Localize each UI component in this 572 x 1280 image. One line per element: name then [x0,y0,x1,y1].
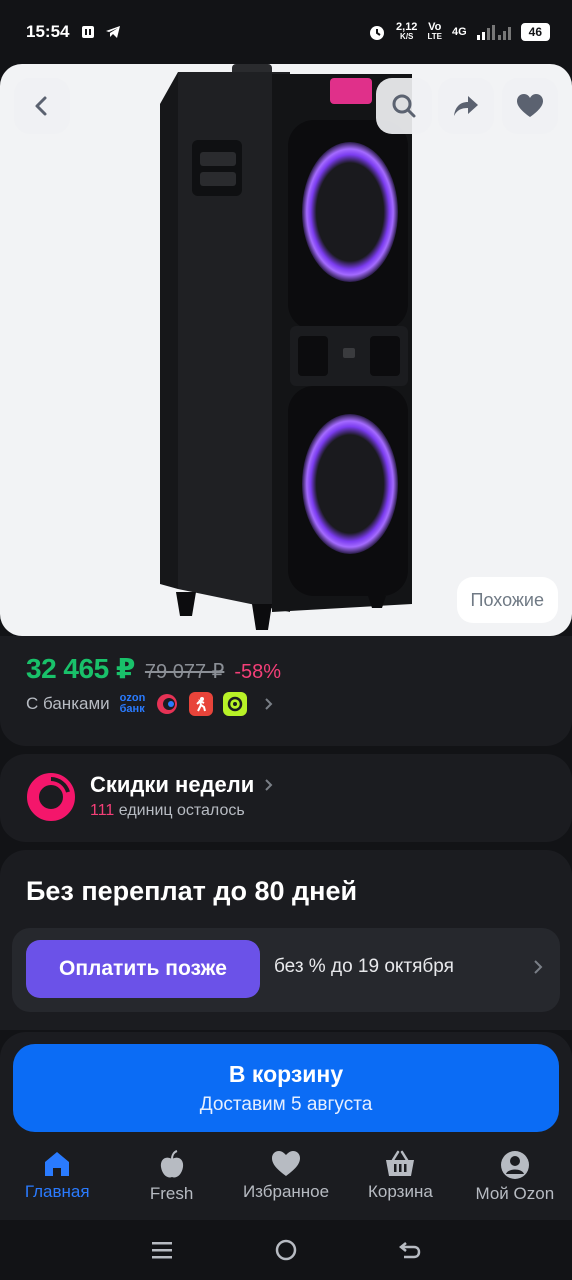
share-button[interactable] [438,78,494,134]
telegram-icon [106,26,121,38]
volte-indicator: Vo LTE [427,21,442,42]
nav-item-favorites[interactable]: Избранное [229,1132,343,1220]
deals-title: Скидки недели [90,772,255,797]
deals-remaining: 111 единиц осталось [90,802,245,820]
network-speed: 2,12 K/S [396,21,418,42]
heart-icon [272,1151,301,1176]
bank-offers-label: С банками [26,694,110,713]
deals-title-row: Скидки недели [90,772,274,798]
current-price: 32 465 ₽ [26,653,135,684]
alarm-icon [370,26,385,40]
deals-remaining-count: 111 [90,802,115,819]
discount-badge: -58% [234,661,282,683]
deals-remaining-text: единиц осталось [118,802,245,819]
bank-logo-green-icon [223,692,248,716]
nav-item-home[interactable]: Главная [0,1132,114,1220]
fresh-apple-icon [160,1150,183,1178]
status-time: 15:54 [26,22,70,41]
nav-item-profile[interactable]: Мой Ozon [458,1132,572,1220]
similar-button[interactable]: Похожие [456,577,558,623]
nav-item-cart[interactable]: Корзина [343,1132,457,1220]
bank-logo-runner-icon [189,692,214,716]
search-icon [392,94,416,118]
notification-app-icon [82,26,95,38]
speaker-product-image [160,64,412,630]
price-row: 32 465 ₽ 79 077 ₽ -58% [26,652,281,685]
signal-icon [476,25,511,40]
delivery-date: Доставим 5 августа [199,1093,373,1115]
status-system-icons: 2,12 K/S Vo LTE 4G 46 [368,22,550,42]
ozon-bank-logo: ozon банк [119,692,146,715]
back-button[interactable] [14,78,70,134]
menu-icon[interactable] [150,1239,174,1261]
bnpl-title: Без переплат до 80 дней [26,876,358,906]
chevron-left-icon [35,96,47,116]
bank-logo-circle-icon [155,692,180,716]
deals-ring-icon [27,773,75,821]
heart-icon [517,94,543,117]
bottom-nav: Главная Fresh Избранное Корзина Мой Ozon [0,1132,572,1220]
nav-item-fresh[interactable]: Fresh [114,1132,228,1220]
bank-offers-row[interactable]: С банками ozon банк [26,692,275,716]
back-arrow-icon[interactable] [398,1239,422,1261]
home-circle-icon[interactable] [274,1238,298,1262]
search-button[interactable] [376,78,432,134]
status-bar: 15:54 2,12 K/S Vo LTE 4G 46 [0,0,572,64]
profile-icon [500,1151,529,1179]
price-card: 32 465 ₽ 79 077 ₽ -58% С банками ozon ба… [0,636,572,746]
add-to-cart-label: В корзину [228,1060,344,1087]
status-notification-icons [81,25,121,39]
bnpl-card: Без переплат до 80 дней Оплатить позже б… [0,850,572,1030]
old-price: 79 077 ₽ [144,661,225,683]
system-navigation-bar [0,1220,572,1280]
bnpl-offer-row[interactable]: Оплатить позже без % до 19 октября [12,928,560,1012]
cart-area: В корзину Доставим 5 августа [0,1032,572,1132]
weekly-deals-card[interactable]: Скидки недели 111 единиц осталось [0,754,572,842]
basket-icon [386,1150,415,1176]
battery-indicator: 46 [520,23,550,41]
chevron-right-icon [534,960,543,974]
network-type: 4G [451,26,467,38]
home-icon [45,1152,70,1176]
add-to-cart-button[interactable]: В корзину Доставим 5 августа [13,1044,559,1132]
share-icon [454,96,478,116]
pay-later-button[interactable]: Оплатить позже [26,940,260,998]
product-image-gallery[interactable]: Похожие [0,64,572,636]
bnpl-terms: без % до 19 октября [274,956,454,977]
favorite-button[interactable] [502,78,558,134]
chevron-right-icon [265,698,273,710]
chevron-right-icon [265,779,273,791]
